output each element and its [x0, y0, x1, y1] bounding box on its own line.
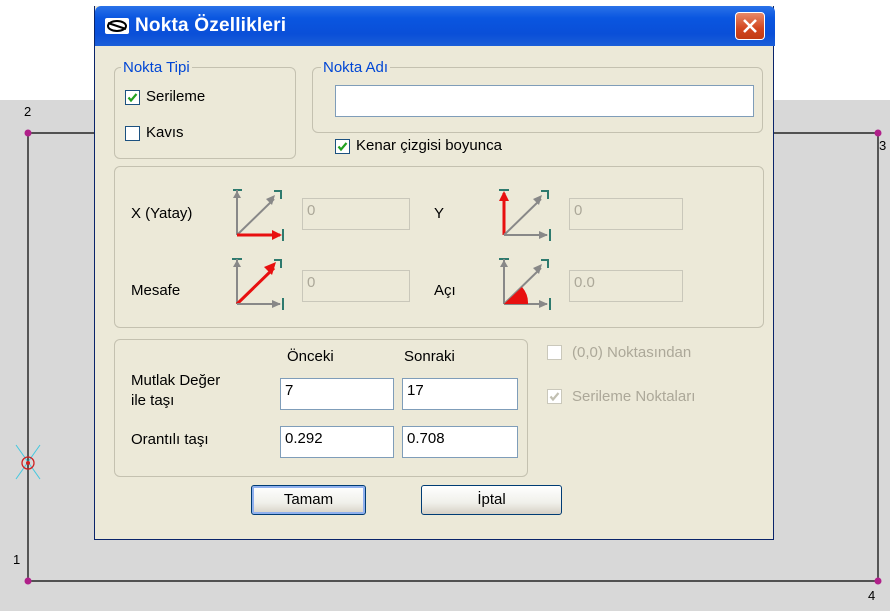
- point-type-group: Nokta Tipi Serileme Kavıs: [114, 59, 296, 159]
- proportional-previous-input[interactable]: 0.292: [280, 426, 394, 458]
- close-button[interactable]: [735, 12, 765, 40]
- checkmark-icon: [549, 392, 560, 402]
- point-3-marker[interactable]: [874, 129, 882, 137]
- point-properties-dialog: Nokta Özellikleri Nokta Tipi Serileme Ka…: [94, 6, 775, 540]
- proportional-move-label: Orantılı taşı: [131, 431, 209, 448]
- distance-input[interactable]: 0: [302, 270, 410, 302]
- app-icon: [105, 18, 129, 34]
- point-label-4: 4: [868, 588, 876, 603]
- dialog-title: Nokta Özellikleri: [135, 15, 287, 36]
- absolute-move-label-line2: ile taşı: [131, 392, 175, 409]
- absolute-move-label-line1: Mutlak Değer: [131, 372, 221, 389]
- point-label-3: 3: [879, 138, 887, 153]
- distance-label: Mesafe: [131, 282, 181, 299]
- y-axis-icon: [499, 189, 551, 241]
- point-name-input[interactable]: [335, 85, 754, 117]
- point-type-legend: Nokta Tipi: [121, 59, 192, 76]
- x-axis-icon: [233, 189, 284, 241]
- serial-points-checkbox[interactable]: [547, 389, 562, 404]
- angle-label: Açı: [434, 282, 456, 299]
- kavis-checkbox[interactable]: [125, 126, 140, 141]
- close-icon: [743, 19, 757, 33]
- point-name-legend: Nokta Adı: [321, 59, 391, 76]
- previous-column-header: Önceki: [287, 348, 334, 365]
- edge-line-checkbox[interactable]: [335, 139, 350, 154]
- point-4-marker[interactable]: [874, 577, 882, 585]
- absolute-next-input[interactable]: 17: [402, 378, 518, 410]
- from-origin-label: (0,0) Noktasından: [572, 344, 692, 361]
- x-input[interactable]: 0: [302, 198, 410, 230]
- coordinates-group: [114, 166, 764, 328]
- distance-icon: [232, 258, 284, 310]
- point-name-group: Nokta Adı: [312, 59, 763, 133]
- point-2-marker[interactable]: [24, 129, 32, 137]
- title-bar[interactable]: Nokta Özellikleri: [95, 6, 775, 46]
- absolute-previous-input[interactable]: 7: [280, 378, 394, 410]
- edge-line-label: Kenar çizgisi boyunca: [356, 137, 502, 154]
- checkmark-icon: [127, 93, 138, 103]
- serileme-checkbox[interactable]: [125, 90, 140, 105]
- y-input[interactable]: 0: [569, 198, 683, 230]
- kavis-label: Kavıs: [146, 124, 184, 141]
- ok-button[interactable]: Tamam: [251, 485, 366, 515]
- angle-input[interactable]: 0.0: [569, 270, 683, 302]
- y-label: Y: [434, 205, 445, 222]
- point-label-1: 1: [13, 552, 21, 567]
- proportional-next-input[interactable]: 0.708: [402, 426, 518, 458]
- serial-points-label: Serileme Noktaları: [572, 388, 696, 405]
- next-column-header: Sonraki: [404, 348, 455, 365]
- from-origin-checkbox[interactable]: [547, 345, 562, 360]
- point-label-2: 2: [24, 104, 32, 119]
- checkmark-icon: [337, 142, 348, 152]
- point-1-marker[interactable]: [24, 577, 32, 585]
- serileme-label: Serileme: [146, 88, 206, 105]
- cancel-button[interactable]: İptal: [421, 485, 562, 515]
- x-label: X (Yatay): [131, 205, 193, 222]
- angle-icon: [499, 258, 551, 310]
